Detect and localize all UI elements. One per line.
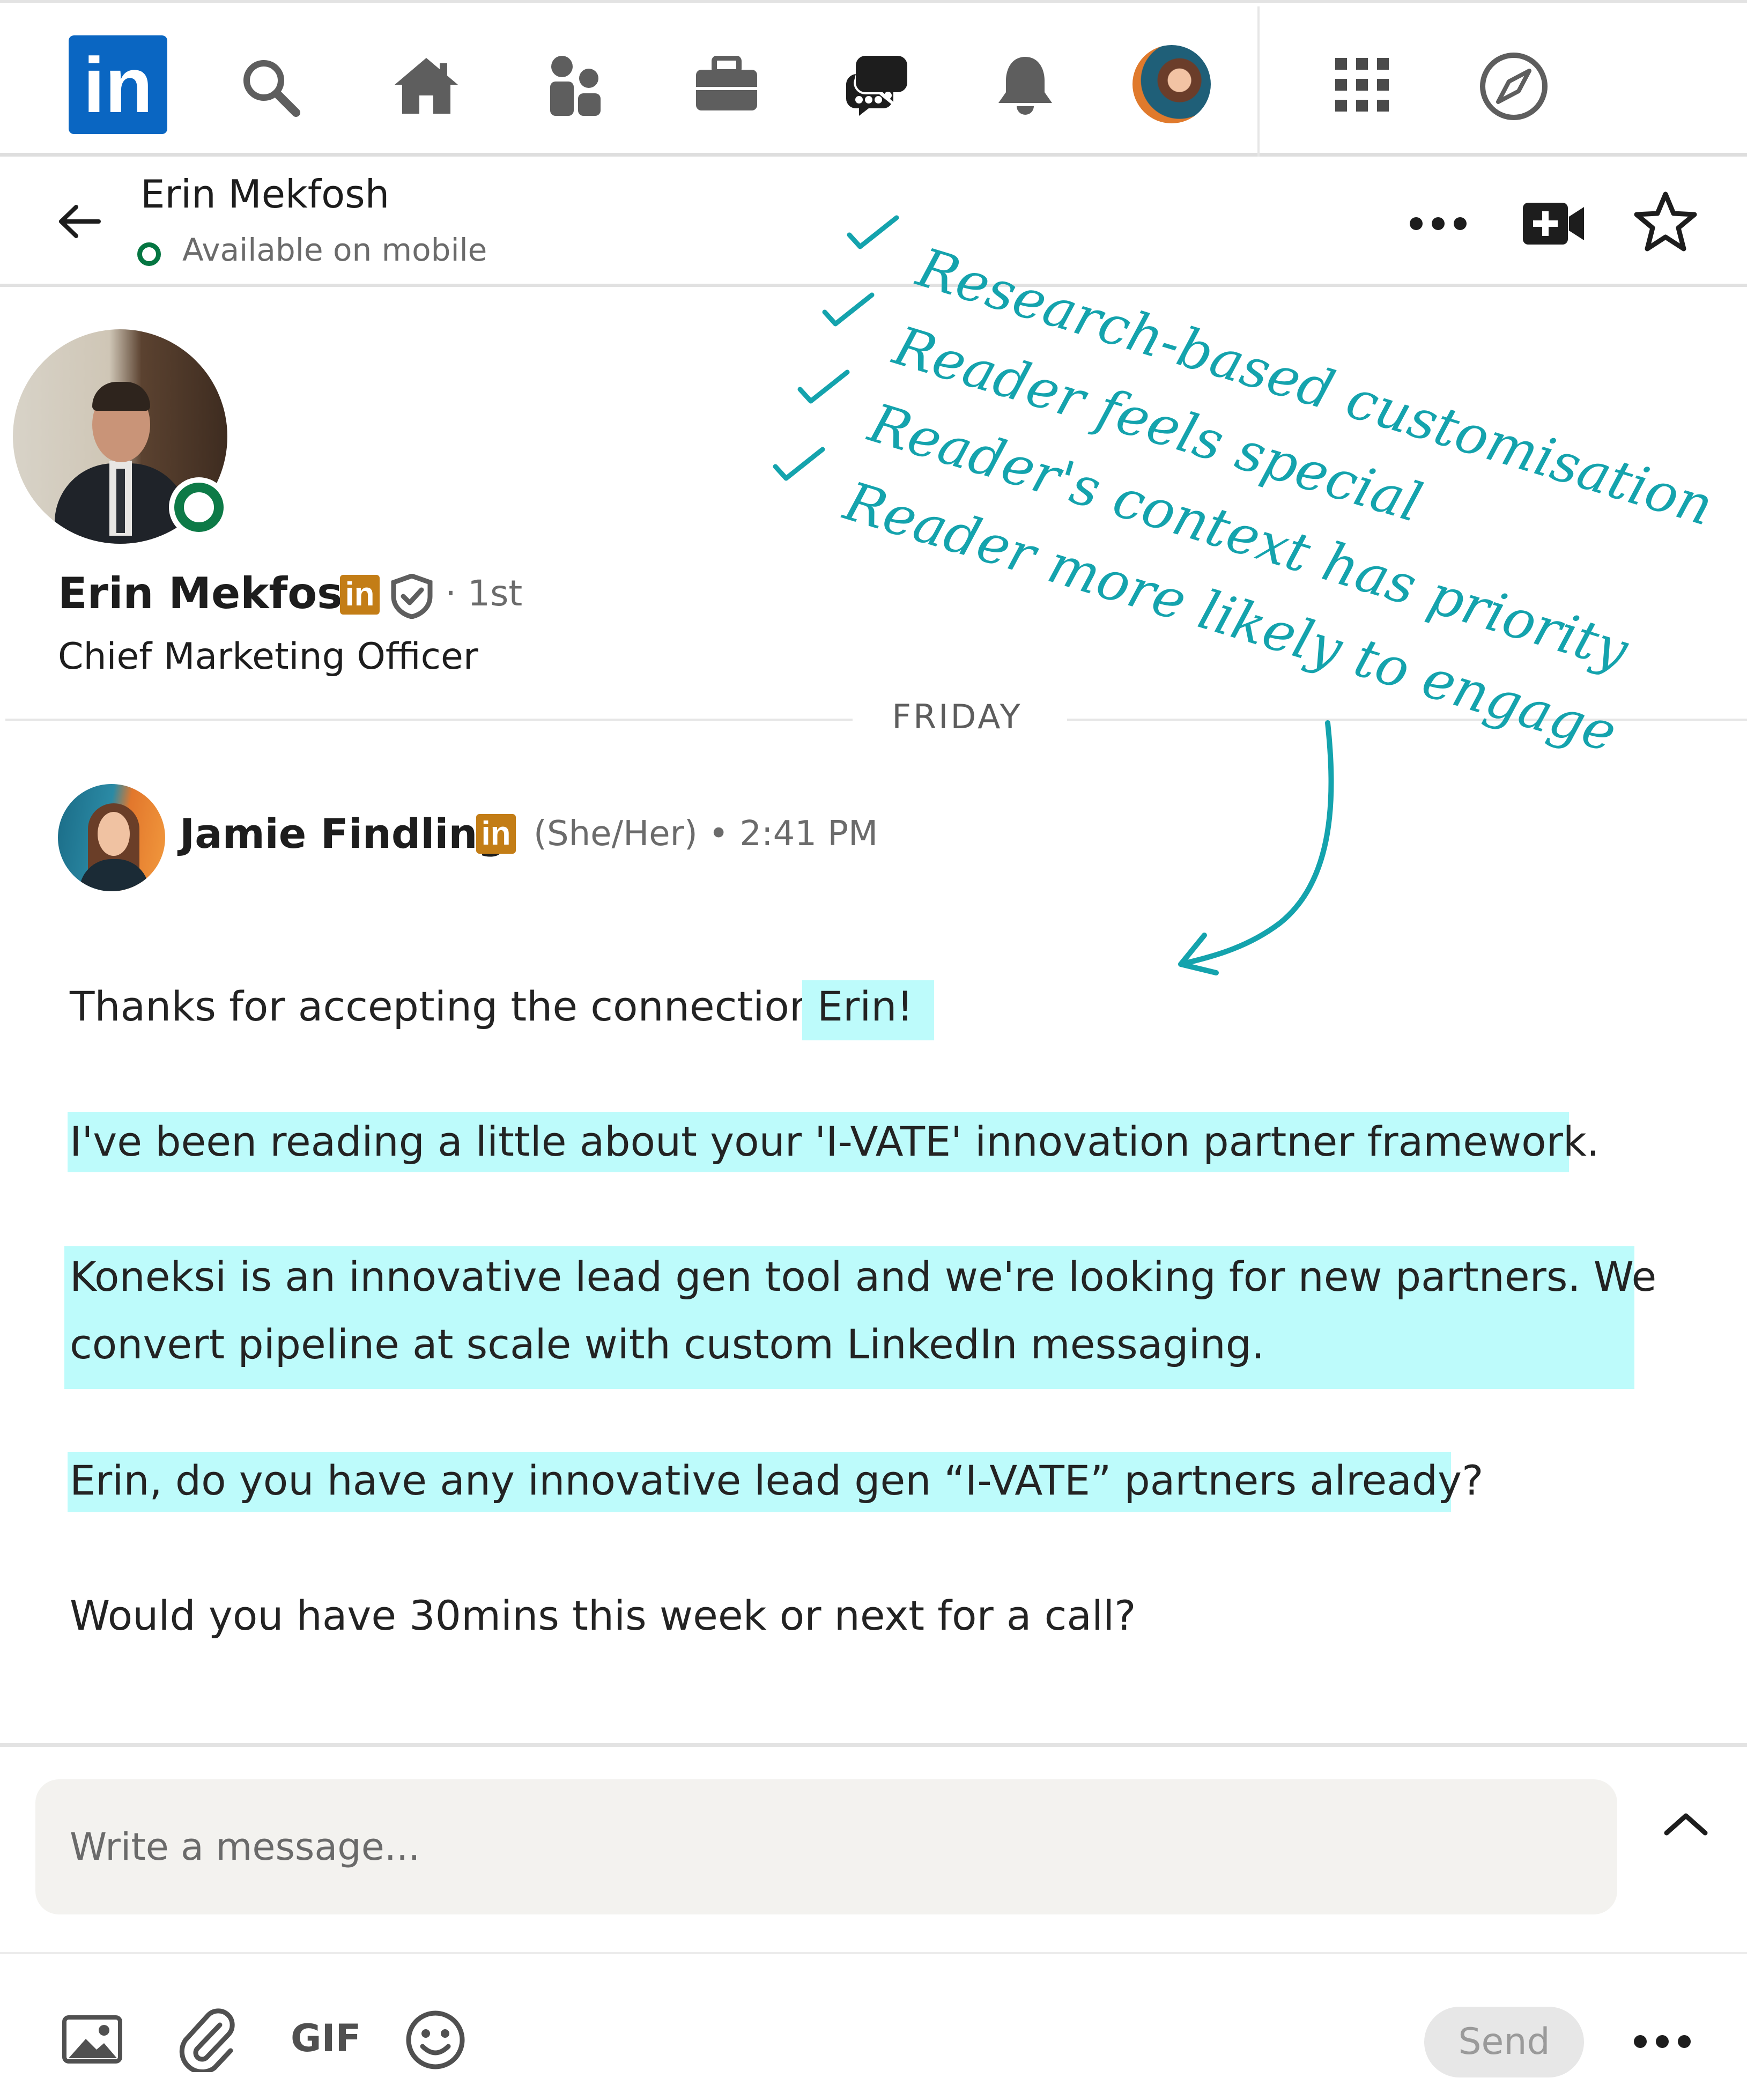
checkmark-icon [821, 291, 875, 328]
message-highlighted-text: Koneksi is an innovative lead gen tool a… [70, 1253, 1657, 1300]
sender-avatar[interactable] [58, 784, 165, 891]
verified-shield-icon [390, 574, 433, 619]
message-input[interactable] [35, 1779, 1617, 1914]
nav-divider [1257, 6, 1260, 157]
image-upload-icon[interactable] [62, 2015, 122, 2064]
connection-degree: · 1st [445, 573, 523, 614]
message-highlighted-text: I've been reading a little about your 'I… [70, 1118, 1600, 1165]
profile-headline: Chief Marketing Officer [58, 635, 478, 678]
me-avatar[interactable] [1132, 45, 1211, 123]
more-options-icon[interactable] [1408, 216, 1468, 232]
day-divider-left [5, 719, 853, 721]
profile-name[interactable]: Erin Mekfosh [58, 568, 373, 618]
checkmark-icon [772, 445, 826, 483]
sender-premium-badge-icon: in [476, 814, 516, 854]
expand-chevron-up-icon[interactable] [1662, 1810, 1709, 1837]
annotation-arrow-icon [1153, 719, 1357, 987]
conversation-contact-name[interactable]: Erin Mekfosh [140, 172, 389, 217]
message-highlighted-text: convert pipeline at scale with custom Li… [70, 1320, 1265, 1368]
jobs-briefcase-icon[interactable] [695, 56, 758, 112]
checkmark-icon [846, 213, 900, 251]
message-line: Would you have 30mins this week or next … [70, 1592, 1136, 1639]
composer-more-options-icon[interactable] [1632, 2034, 1692, 2050]
toolbar-separator [0, 1952, 1747, 1954]
sender-name[interactable]: Jamie Findling [180, 810, 507, 857]
gif-button[interactable]: GIF [291, 2016, 361, 2060]
home-icon[interactable] [393, 56, 460, 116]
online-badge [174, 483, 224, 532]
my-network-icon[interactable] [547, 54, 603, 117]
checkmark-icon [797, 368, 850, 405]
video-call-icon[interactable] [1522, 201, 1585, 247]
emoji-icon[interactable] [405, 2010, 465, 2070]
online-status-dot [137, 242, 161, 266]
sender-meta: (She/Her) • 2:41 PM [534, 814, 878, 854]
star-icon[interactable] [1633, 191, 1698, 253]
explore-compass-icon[interactable] [1478, 50, 1550, 122]
day-label: FRIDAY [853, 697, 1062, 736]
message-line: Thanks for accepting the connection, [70, 982, 828, 1030]
logo-text: in [83, 41, 153, 129]
search-icon[interactable] [241, 58, 300, 117]
send-button[interactable]: Send [1424, 2007, 1584, 2077]
attachment-paperclip-icon[interactable] [177, 2008, 236, 2072]
notifications-bell-icon[interactable] [995, 54, 1055, 115]
linkedin-logo[interactable]: in [69, 35, 167, 134]
composer-separator [0, 1743, 1747, 1747]
messaging-icon[interactable] [844, 53, 908, 117]
message-highlighted-text: Erin! [817, 982, 914, 1030]
back-arrow-icon[interactable] [58, 205, 101, 238]
availability-status: Available on mobile [182, 232, 487, 268]
message-highlighted-text: Erin, do you have any innovative lead ge… [70, 1456, 1484, 1504]
premium-badge-icon: in [340, 575, 380, 615]
apps-grid-icon[interactable] [1335, 58, 1389, 112]
